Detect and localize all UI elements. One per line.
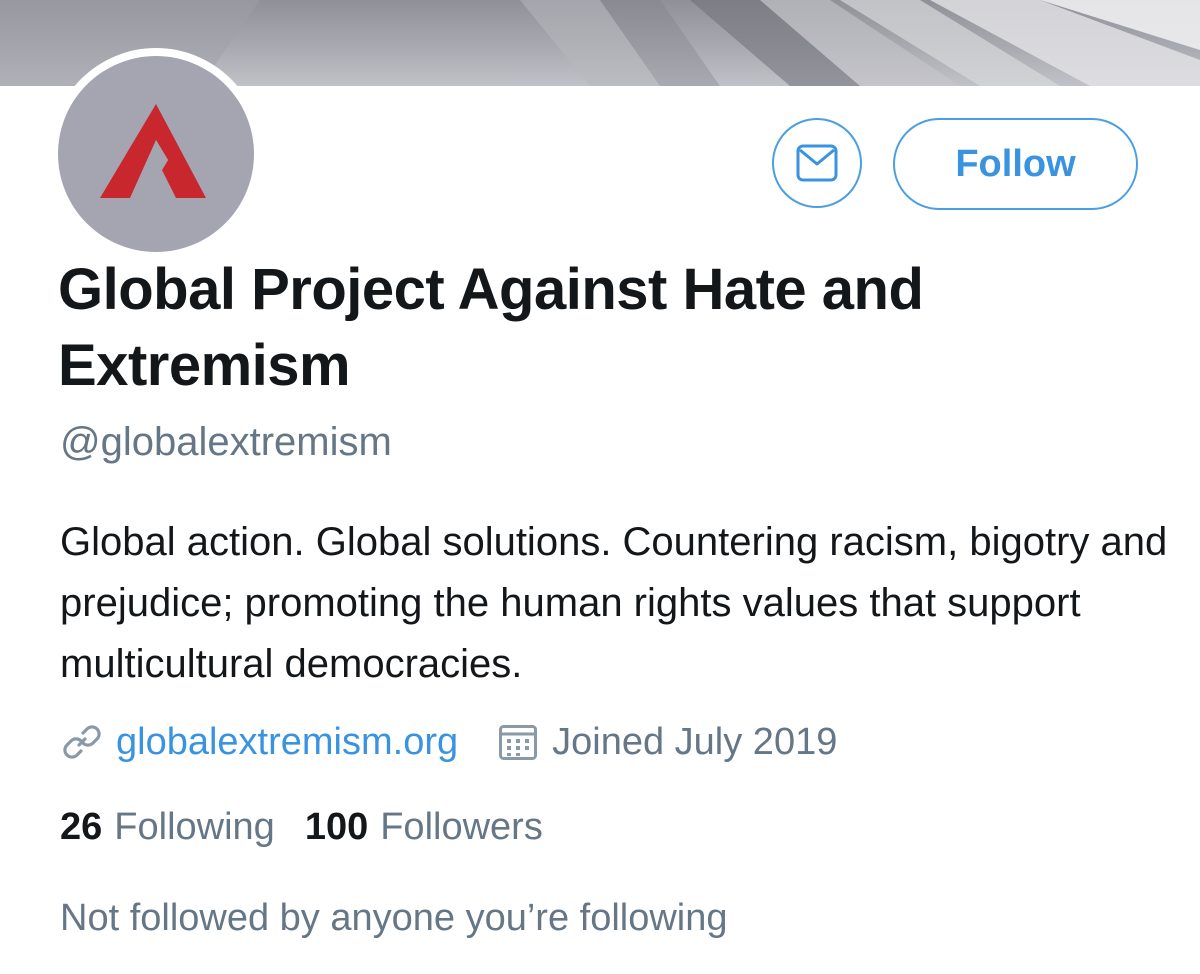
followers-label: Followers [380,805,543,848]
joined-date: Joined July 2019 [552,720,838,763]
website-link[interactable]: globalextremism.org [116,721,458,764]
calendar-icon [499,725,538,760]
follow-stats: 26 Following 100 Followers [60,802,543,852]
following-stat[interactable]: 26 Following [60,806,275,849]
profile-meta: globalextremism.org Joined July 2019 [60,716,837,768]
organization-logo-icon [100,104,206,198]
following-label: Following [114,805,275,848]
social-context: Not followed by anyone you’re following [60,897,728,939]
display-name: Global Project Against Hate and Extremis… [58,257,924,398]
profile-bio: Global action. Global solutions. Counter… [60,520,1168,686]
following-count: 26 [60,805,103,848]
website-item: globalextremism.org [60,720,458,764]
joined-item: Joined July 2019 [458,721,837,764]
followers-stat[interactable]: 100 Followers [305,806,543,849]
avatar-image [58,56,254,252]
avatar[interactable] [50,48,262,260]
followers-count: 100 [304,805,369,848]
follow-button[interactable]: Follow [893,118,1138,210]
message-button[interactable] [772,118,862,208]
link-icon [63,725,101,759]
envelope-icon [796,144,838,182]
profile-handle: @globalextremism [60,420,392,464]
